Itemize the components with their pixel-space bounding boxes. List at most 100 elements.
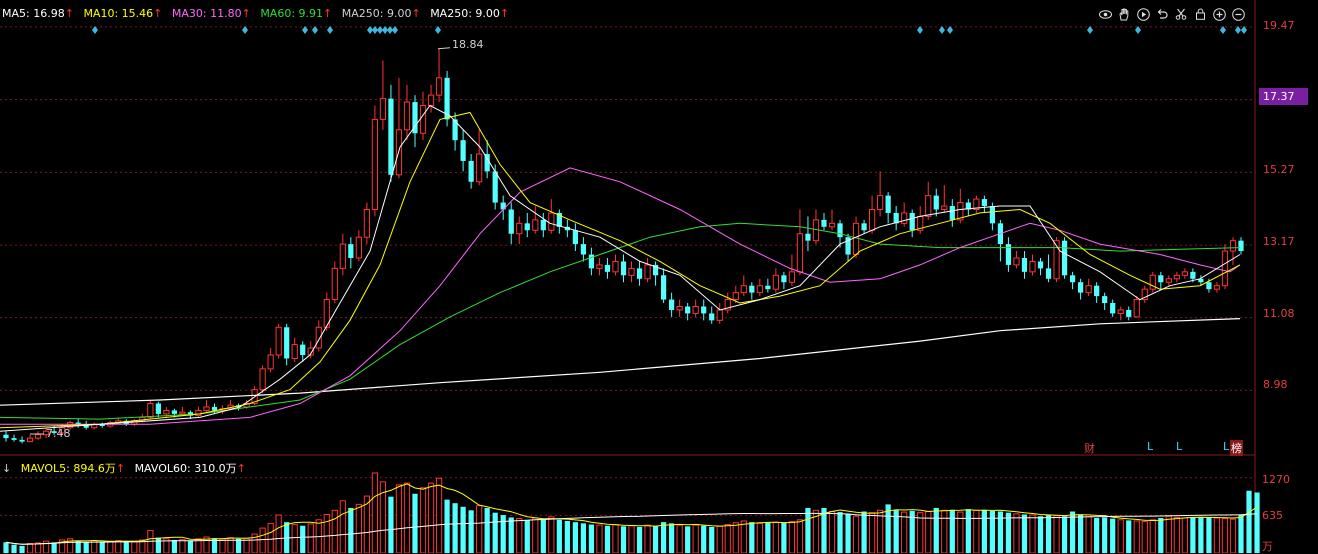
- volume-bar: [676, 524, 683, 553]
- volume-bar: [1005, 512, 1012, 553]
- volume-bar: [1037, 516, 1044, 553]
- ma10-arrow: ↑: [153, 7, 163, 20]
- volume-bar: [1238, 514, 1244, 553]
- signal-diamond: [312, 26, 318, 34]
- candle-body: [716, 309, 723, 321]
- volume-bar: [781, 522, 787, 553]
- ma-legend: MA5: 16.98↑ MA10: 15.46↑ MA30: 11.80↑ MA…: [2, 7, 515, 20]
- volume-bar: [484, 507, 490, 553]
- event-marker[interactable]: L: [1147, 440, 1153, 453]
- candle-body: [388, 98, 394, 175]
- volume-bar: [933, 507, 939, 553]
- candle-body: [371, 118, 379, 210]
- candle-body: [596, 264, 603, 269]
- candle-body: [540, 219, 546, 231]
- volume-bar: [749, 522, 755, 553]
- candle-body: [532, 219, 539, 231]
- volume-bar: [1149, 519, 1156, 553]
- play-icon[interactable]: [1136, 7, 1150, 21]
- candle-body: [1029, 260, 1036, 273]
- volume-bar: [452, 503, 458, 553]
- volume-bar: [1206, 517, 1212, 553]
- zoom-in-icon[interactable]: [1212, 7, 1226, 21]
- volume-bar: [155, 537, 161, 553]
- signal-diamond: [939, 26, 945, 34]
- candle-body: [1085, 285, 1092, 294]
- volume-bar: [868, 512, 876, 553]
- signal-diamond: [917, 26, 923, 34]
- candle-body: [3, 434, 9, 439]
- event-marker[interactable]: L: [1223, 440, 1229, 453]
- candle-body: [179, 411, 186, 415]
- volume-bar: [941, 509, 948, 553]
- zoom-out-icon[interactable]: [1231, 7, 1245, 21]
- volume-bar: [460, 506, 466, 553]
- eye-icon[interactable]: [1098, 7, 1112, 21]
- candle-body: [877, 195, 884, 210]
- candle-body: [476, 153, 483, 183]
- volume-bar: [395, 484, 403, 553]
- volume-bar: [556, 519, 562, 553]
- candle-body: [821, 219, 827, 227]
- event-marker[interactable]: 财: [1084, 440, 1095, 456]
- volume-bar: [99, 541, 105, 553]
- candle-body: [1045, 268, 1052, 279]
- volume-bar: [323, 513, 330, 553]
- hand-icon[interactable]: [1117, 7, 1131, 21]
- volume-bar: [267, 522, 274, 553]
- undo-icon[interactable]: [1155, 7, 1169, 21]
- ma250-label: MA250: 9.00: [341, 7, 412, 20]
- volume-bar: [1061, 516, 1068, 553]
- candle-body: [203, 406, 210, 411]
- volume-bar: [965, 509, 971, 553]
- candle-body: [427, 94, 435, 107]
- candle-body: [765, 285, 771, 290]
- volume-bar: [1213, 517, 1221, 553]
- candle-body: [620, 261, 627, 276]
- mavol60-label: MAVOL60: 310.0万: [134, 462, 237, 475]
- candle-body: [692, 305, 699, 314]
- volume-bar: [772, 521, 779, 553]
- candle-body: [1190, 271, 1196, 279]
- scissors-icon[interactable]: [1174, 7, 1188, 21]
- candle-body: [155, 403, 161, 414]
- candle-body: [636, 268, 643, 279]
- candle-body: [19, 439, 25, 442]
- candle-body: [1013, 257, 1020, 266]
- volume-bar: [644, 524, 651, 553]
- volume-bar: [580, 523, 587, 553]
- candle-body: [628, 267, 635, 276]
- volume-bar: [300, 525, 306, 553]
- volume-bar: [1221, 518, 1229, 553]
- event-marker[interactable]: L: [1176, 440, 1182, 453]
- candle-body: [1173, 274, 1180, 280]
- ma250b-label: MA250: 9.00: [430, 7, 500, 20]
- volume-bar: [716, 525, 723, 553]
- candle-body: [1061, 240, 1068, 276]
- candle-body: [989, 206, 996, 224]
- signal-diamond: [242, 26, 248, 34]
- candle-body: [1021, 257, 1028, 272]
- volume-bar: [756, 522, 763, 553]
- ma60-label: MA60: 9.91: [260, 7, 324, 20]
- ma10-label: MA10: 15.46: [83, 7, 154, 20]
- volume-bar: [307, 523, 314, 553]
- volume-tick-label: 1270: [1262, 473, 1290, 486]
- candle-body: [11, 438, 17, 440]
- volume-bar: [1102, 517, 1108, 553]
- candle-body: [749, 285, 755, 293]
- ma250-arrow: ↑: [411, 7, 421, 20]
- volume-bar: [917, 512, 924, 553]
- volume-bar: [1013, 513, 1020, 553]
- candle-body: [709, 313, 715, 321]
- candle-body: [26, 437, 34, 443]
- candle-body: [1117, 309, 1124, 314]
- candle-body: [435, 77, 443, 96]
- candle-body: [756, 285, 763, 294]
- volume-bar: [861, 511, 867, 553]
- signal-diamond: [1087, 26, 1093, 34]
- event-marker[interactable]: 榜: [1230, 440, 1243, 456]
- lock-icon[interactable]: [1193, 7, 1207, 21]
- volume-bar: [107, 540, 114, 553]
- volume-bar: [540, 519, 546, 553]
